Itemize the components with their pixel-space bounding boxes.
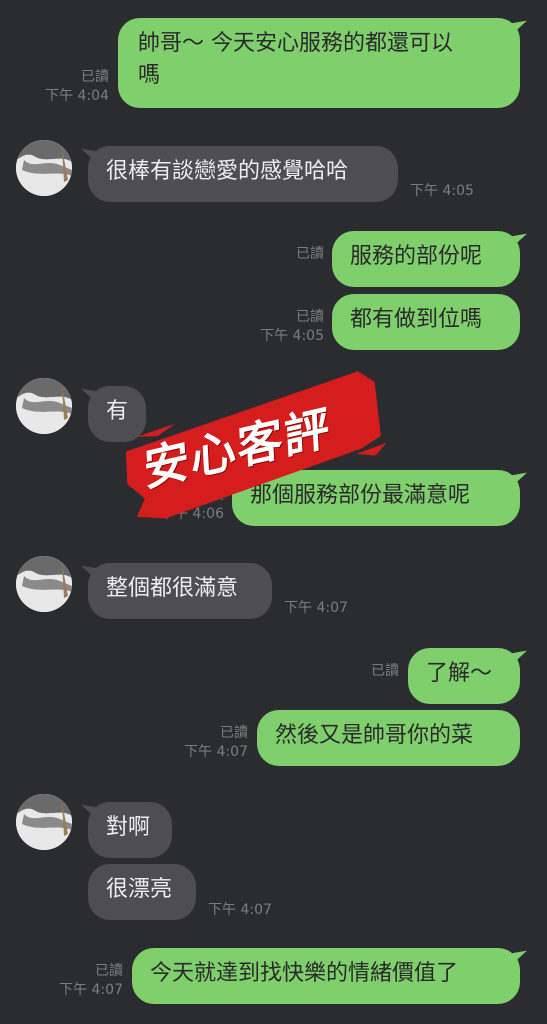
timestamp: 下午 4:07 xyxy=(208,902,272,918)
message-text: 很漂亮 xyxy=(106,877,173,902)
message-text: 帥哥～ 今天安心服務的都還可以 xyxy=(138,31,453,56)
avatar[interactable] xyxy=(16,794,72,850)
message-text: 都有做到位嗎 xyxy=(350,307,483,332)
message-text: 嗎 xyxy=(138,63,161,88)
chat-bubble-outgoing[interactable]: 今天就達到找快樂的情緒價值了 xyxy=(132,948,520,1004)
chat-bubble-outgoing[interactable]: 了解～ xyxy=(408,648,520,704)
message-text: 服務的部份呢 xyxy=(350,244,483,269)
message-text: 對啊 xyxy=(106,815,151,840)
message-meta: 下午 4:07 xyxy=(284,599,348,618)
avatar-photo-icon xyxy=(16,556,72,612)
chat-bubble-incoming[interactable]: 對啊 xyxy=(88,802,172,858)
read-receipt: 已讀 xyxy=(296,246,324,262)
read-receipt: 已讀 xyxy=(296,309,324,325)
message-meta: 已讀 下午 4:05 xyxy=(260,308,324,346)
timestamp: 下午 4:05 xyxy=(410,183,474,199)
message-meta: 已讀 下午 4:07 xyxy=(184,724,248,762)
chat-bubble-incoming[interactable]: 整個都很滿意 xyxy=(88,563,272,619)
message-text: 很棒有談戀愛的感覺哈哈 xyxy=(106,159,349,184)
avatar-photo-icon xyxy=(16,140,72,196)
message-text: 然後又是帥哥你的菜 xyxy=(275,723,474,748)
message-text: 今天就達到找快樂的情緒價值了 xyxy=(150,961,459,986)
timestamp: 下午 4:07 xyxy=(184,744,248,760)
timestamp: 下午 4:07 xyxy=(284,600,348,616)
chat-bubble-outgoing[interactable]: 服務的部份呢 xyxy=(332,231,520,287)
avatar-photo-icon xyxy=(16,378,72,434)
chat-bubble-incoming[interactable]: 很棒有談戀愛的感覺哈哈 xyxy=(88,146,398,202)
timestamp: 下午 4:07 xyxy=(59,982,123,998)
avatar[interactable] xyxy=(16,556,72,612)
chat-bubble-outgoing[interactable]: 然後又是帥哥你的菜 xyxy=(257,710,520,766)
avatar-photo-icon xyxy=(16,794,72,850)
message-meta: 下午 4:07 xyxy=(208,901,272,920)
chat-bubble-outgoing[interactable]: 帥哥～ 今天安心服務的都還可以 嗎 xyxy=(118,18,520,108)
message-meta: 已讀 下午 4:07 xyxy=(59,962,123,1000)
timestamp: 下午 4:05 xyxy=(260,328,324,344)
message-meta: 已讀 下午 4:04 xyxy=(45,68,109,106)
read-receipt: 已讀 xyxy=(95,963,123,979)
chat-bubble-outgoing[interactable]: 都有做到位嗎 xyxy=(332,294,520,350)
message-meta: 已讀 xyxy=(371,662,399,681)
message-text: 整個都很滿意 xyxy=(106,576,239,601)
read-receipt: 已讀 xyxy=(371,663,399,679)
chat-bubble-incoming[interactable]: 很漂亮 xyxy=(88,864,196,920)
timestamp: 下午 4:04 xyxy=(45,88,109,104)
avatar[interactable] xyxy=(16,378,72,434)
avatar[interactable] xyxy=(16,140,72,196)
read-receipt: 已讀 xyxy=(81,69,109,85)
read-receipt: 已讀 xyxy=(220,725,248,741)
message-text: 了解～ xyxy=(426,661,493,686)
message-meta: 下午 4:05 xyxy=(410,182,474,201)
message-meta: 已讀 xyxy=(296,245,324,264)
